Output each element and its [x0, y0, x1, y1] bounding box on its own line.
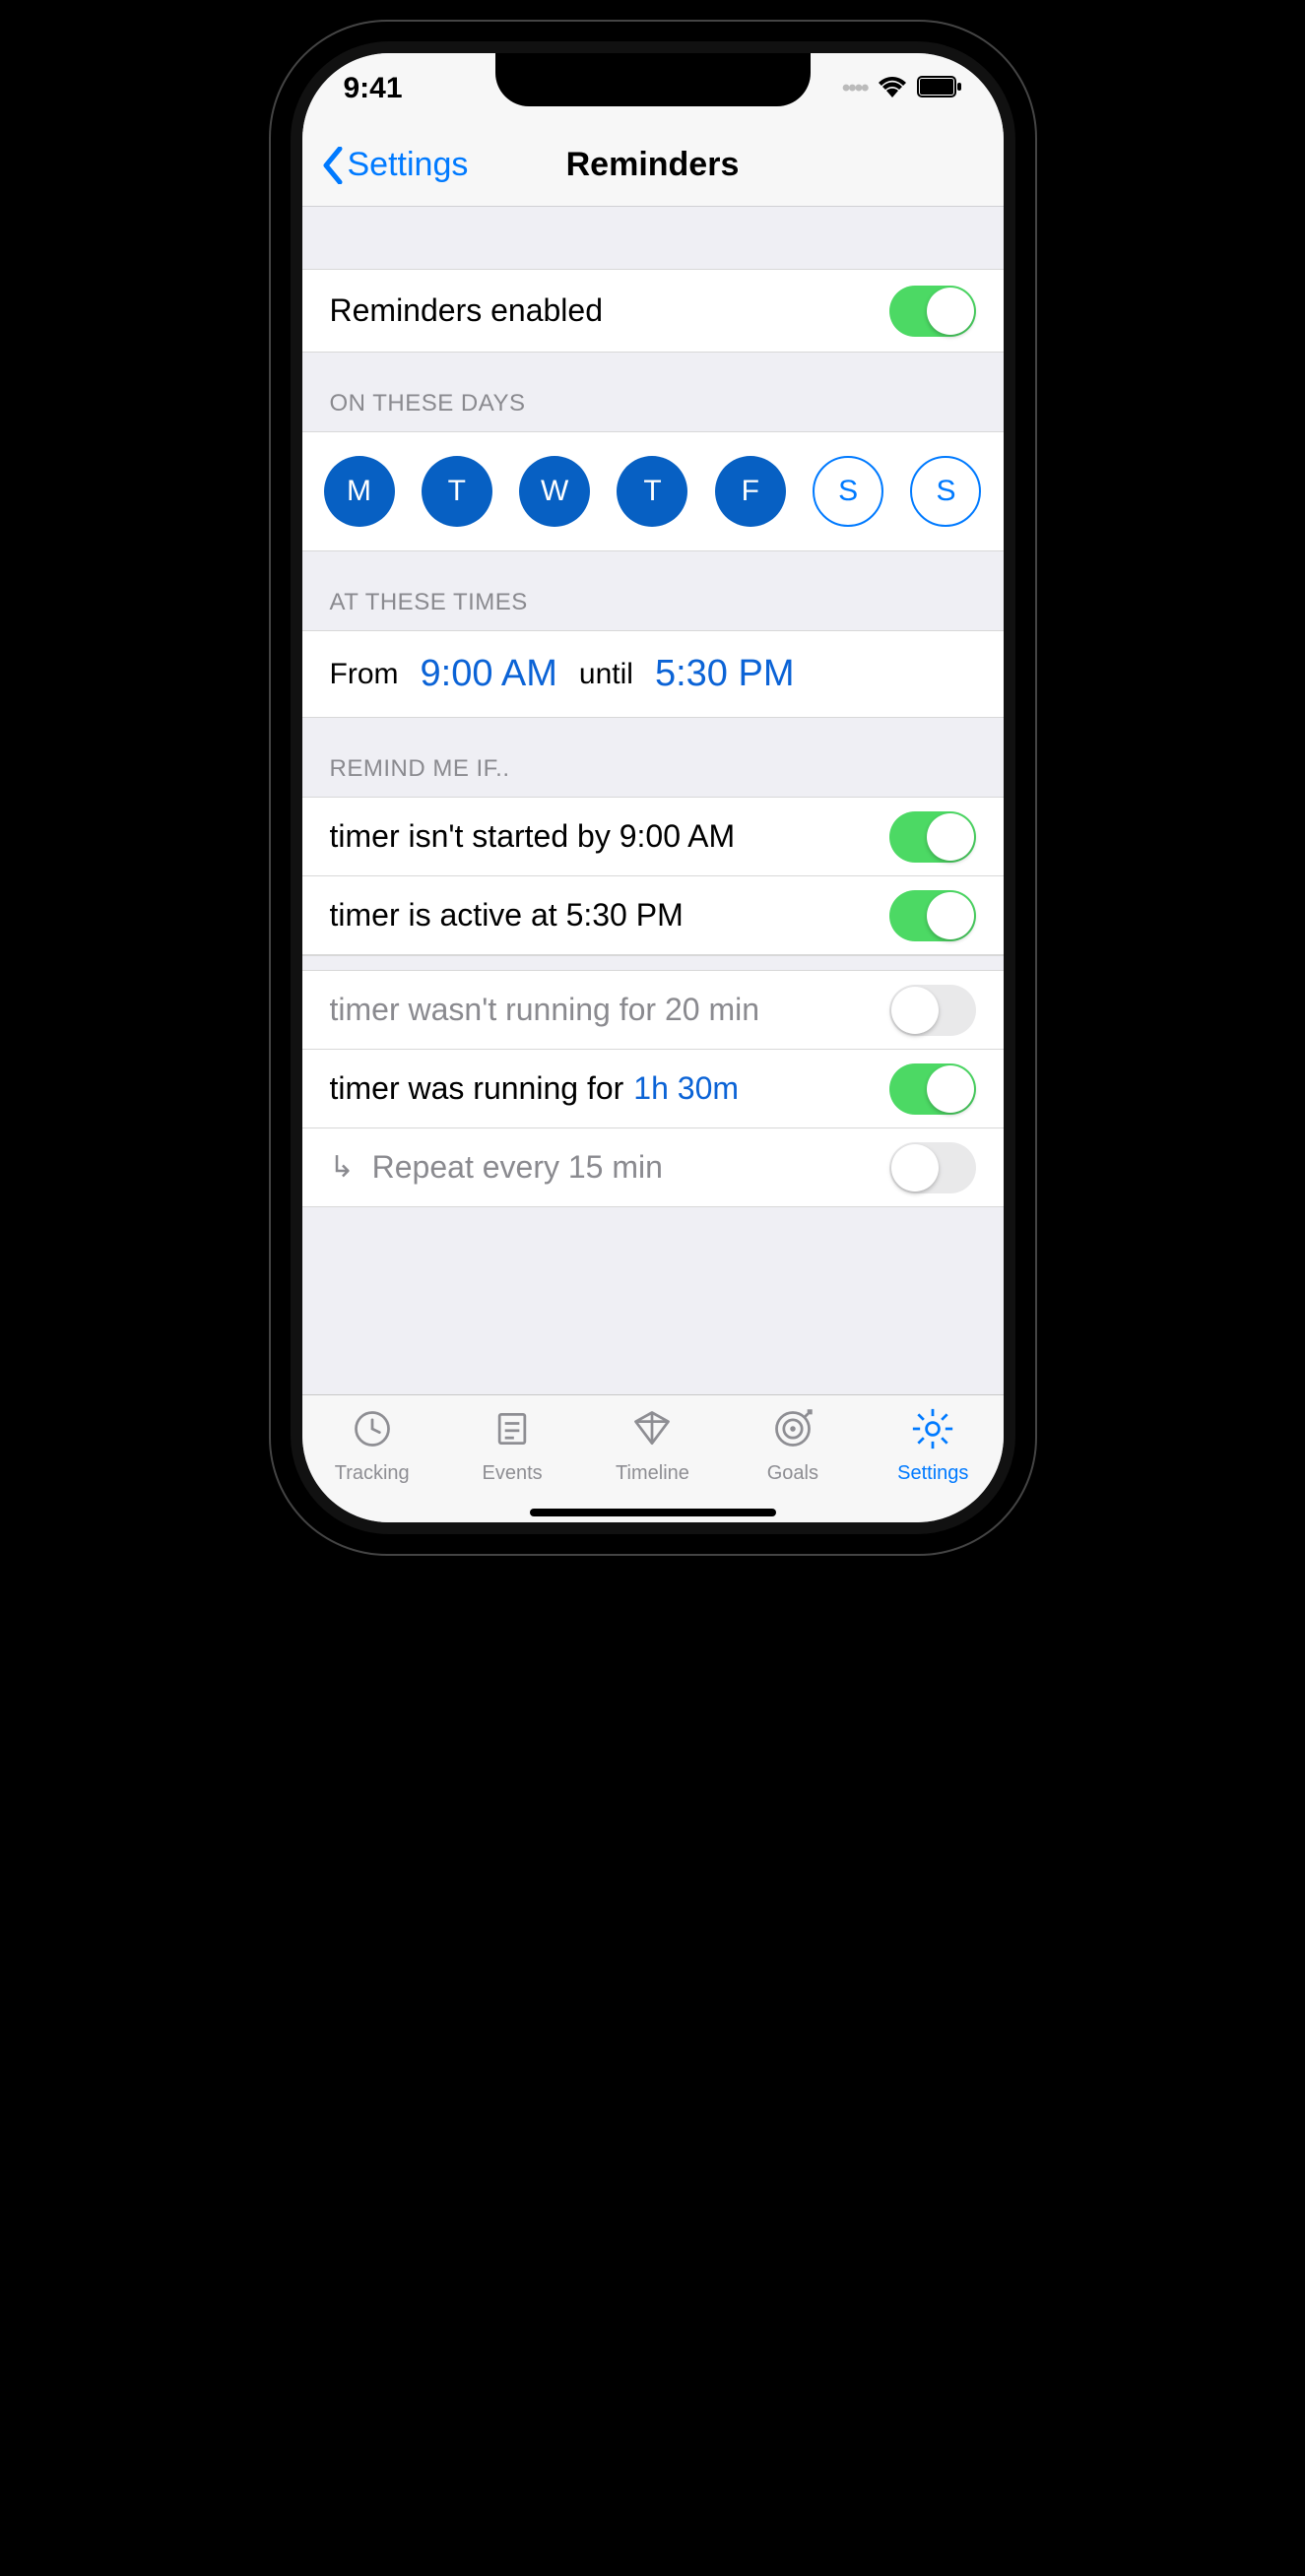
remind-not-running-toggle[interactable]: [889, 985, 976, 1036]
reminders-enabled-row: Reminders enabled: [302, 270, 1004, 353]
page-title: Reminders: [566, 146, 740, 184]
day-toggle-fri[interactable]: F: [715, 456, 786, 527]
tab-settings-label: Settings: [897, 1462, 968, 1485]
clock-icon: [349, 1407, 396, 1456]
remind-row-was-running: timer was running for 1h 30m: [302, 1050, 1004, 1128]
remind-section-header: REMIND ME IF..: [302, 718, 1004, 798]
phone-device-frame: 9:41 •••• Settings Reminders Reminder: [269, 20, 1037, 1556]
days-section-header: ON THESE DAYS: [302, 353, 1004, 432]
remind-row-not-started: timer isn't started by 9:00 AM: [302, 798, 1004, 876]
nav-bar: Settings Reminders: [302, 124, 1004, 207]
remind-was-running-label: timer was running for: [330, 1070, 624, 1107]
separator: [302, 955, 1004, 971]
spacer: [302, 207, 1004, 270]
from-label: From: [330, 658, 399, 691]
home-indicator[interactable]: [302, 1503, 1004, 1522]
tab-goals[interactable]: Goals: [723, 1407, 863, 1485]
tab-timeline[interactable]: Timeline: [582, 1407, 722, 1485]
day-toggle-sun[interactable]: S: [910, 456, 981, 527]
tab-bar: Tracking Events Timeline Goals: [302, 1394, 1004, 1503]
remind-row-not-running: timer wasn't running for 20 min: [302, 971, 1004, 1050]
times-section-header: AT THESE TIMES: [302, 551, 1004, 631]
tab-settings[interactable]: Settings: [863, 1407, 1003, 1485]
cellular-dots-icon: ••••: [842, 75, 868, 102]
target-icon: [769, 1407, 816, 1456]
from-time-button[interactable]: 9:00 AM: [421, 653, 557, 695]
diamond-icon: [628, 1407, 676, 1456]
status-time: 9:41: [344, 72, 403, 105]
battery-icon: [917, 72, 962, 105]
remind-not-started-label: timer isn't started by 9:00 AM: [330, 818, 736, 855]
bottom-gap: [302, 1207, 1004, 1394]
remind-row-repeat: ↳ Repeat every 15 min: [302, 1128, 1004, 1207]
day-toggle-sat[interactable]: S: [813, 456, 883, 527]
times-row: From 9:00 AM until 5:30 PM: [302, 631, 1004, 718]
list-icon: [489, 1407, 536, 1456]
day-toggle-mon[interactable]: M: [324, 456, 395, 527]
wifi-icon: [878, 72, 907, 105]
remind-repeat-toggle[interactable]: [889, 1142, 976, 1193]
until-label: until: [579, 658, 633, 691]
remind-not-started-toggle[interactable]: [889, 811, 976, 863]
tab-tracking[interactable]: Tracking: [302, 1407, 442, 1485]
remind-not-running-label: timer wasn't running for 20 min: [330, 992, 760, 1028]
tab-events-label: Events: [483, 1462, 543, 1485]
gear-icon: [909, 1407, 956, 1456]
remind-active-at-label: timer is active at 5:30 PM: [330, 897, 684, 934]
phone-screen: 9:41 •••• Settings Reminders Reminder: [291, 41, 1015, 1534]
until-time-button[interactable]: 5:30 PM: [655, 653, 795, 695]
reminders-enabled-label: Reminders enabled: [330, 292, 604, 329]
tab-goals-label: Goals: [767, 1462, 818, 1485]
remind-repeat-label: Repeat every 15 min: [372, 1149, 663, 1186]
phone-notch: [495, 53, 811, 106]
sub-arrow-icon: ↳: [330, 1150, 355, 1185]
back-label: Settings: [348, 146, 469, 184]
days-row: M T W T F S S: [302, 432, 1004, 551]
chevron-left-icon: [322, 147, 344, 184]
remind-active-at-toggle[interactable]: [889, 890, 976, 941]
day-toggle-tue[interactable]: T: [422, 456, 492, 527]
tab-tracking-label: Tracking: [335, 1462, 410, 1485]
tab-timeline-label: Timeline: [616, 1462, 689, 1485]
remind-was-running-value-button[interactable]: 1h 30m: [633, 1070, 739, 1107]
back-button[interactable]: Settings: [322, 146, 469, 184]
remind-row-active-at: timer is active at 5:30 PM: [302, 876, 1004, 955]
remind-was-running-toggle[interactable]: [889, 1063, 976, 1115]
reminders-enabled-toggle[interactable]: [889, 286, 976, 337]
tab-events[interactable]: Events: [442, 1407, 582, 1485]
day-toggle-thu[interactable]: T: [617, 456, 687, 527]
day-toggle-wed[interactable]: W: [519, 456, 590, 527]
